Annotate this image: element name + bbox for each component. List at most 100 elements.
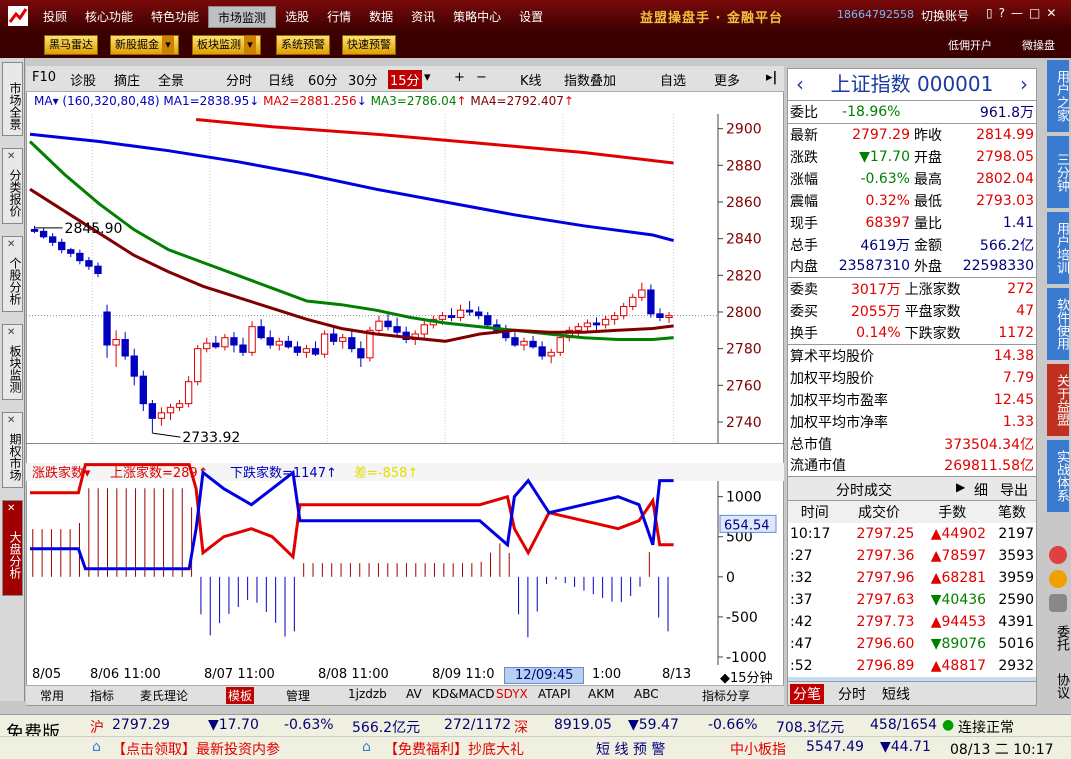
low-commission-link[interactable]: 低佣开户 (948, 37, 992, 53)
menu-item-core[interactable]: 核心功能 (76, 6, 142, 28)
tab-indicator[interactable]: 指标 (90, 687, 114, 704)
close-icon[interactable]: ✕ (7, 502, 15, 516)
menu-item-data[interactable]: 数据 (360, 6, 402, 28)
software-use-link[interactable]: 软件使用 (1047, 288, 1069, 360)
close-icon[interactable]: ✕ (7, 326, 15, 340)
user-home-link[interactable]: 用户之家 (1047, 60, 1069, 132)
table-row[interactable]: :42 2797.73 ▲94453 4391 (788, 611, 1036, 633)
help-icon[interactable]: ? (999, 6, 1005, 20)
entrust-link[interactable]: 委托 (1047, 618, 1069, 658)
close-icon[interactable]: ✕ (1046, 6, 1056, 20)
tab-common[interactable]: 常用 (40, 687, 64, 704)
close-icon[interactable]: ✕ (7, 414, 15, 428)
daily-button[interactable]: 日线 (268, 70, 294, 89)
table-row[interactable]: 10:17 2797.25 ▲44902 2197 (788, 523, 1036, 545)
f10-button[interactable]: F10 (32, 70, 56, 85)
practice-system-link[interactable]: 实战体系 (1047, 440, 1069, 512)
heima-radar-button[interactable]: 黑马雷达 (44, 35, 98, 55)
chevron-down-icon[interactable]: ▾ (244, 36, 256, 54)
chevron-down-icon[interactable]: ▾ (424, 70, 431, 85)
tab-sdyx[interactable]: SDYX (496, 687, 528, 701)
tab-akm[interactable]: AKM (588, 687, 614, 701)
micro-trade-link[interactable]: 微操盘 (1022, 37, 1055, 53)
next-icon[interactable]: › (1020, 69, 1028, 99)
minimize-icon[interactable]: — (1011, 6, 1023, 20)
60min-button[interactable]: 60分 (308, 70, 338, 89)
tab-category-quote[interactable]: ✕ 分类报价 (2, 148, 23, 224)
15min-button[interactable]: 15分 (388, 70, 422, 89)
menu-item-strategy[interactable]: 策略中心 (444, 6, 510, 28)
tab-market-analysis[interactable]: ✕ 大盘分析 (2, 500, 23, 596)
30min-button[interactable]: 30分 (348, 70, 378, 89)
table-row[interactable]: :52 2796.89 ▲48817 2932 (788, 655, 1036, 677)
home-icon[interactable]: ⌂ (362, 739, 371, 755)
tab-market-overview[interactable]: 市场全景 (2, 62, 23, 136)
watchlist-button[interactable]: 自选 (660, 70, 686, 89)
tab-kdmacd[interactable]: KD&MACD (432, 687, 494, 701)
user-training-link[interactable]: 用户培训 (1047, 212, 1069, 284)
tab-ticks[interactable]: 分笔 (790, 684, 824, 704)
zoom-in-button[interactable]: + (454, 70, 465, 85)
three-minutes-link[interactable]: 三分钟 (1047, 136, 1069, 208)
index-overlay-button[interactable]: 指数叠加 (564, 70, 616, 89)
menu-item-news[interactable]: 资讯 (402, 6, 444, 28)
play-icon[interactable]: ▶ (956, 480, 965, 494)
prev-icon[interactable]: ‹ (796, 69, 804, 99)
more-button[interactable]: 更多 (714, 70, 740, 89)
menu-item-stock-pick[interactable]: 选股 (276, 6, 318, 28)
timeshare-button[interactable]: 分时 (226, 70, 252, 89)
sector-monitor-button[interactable]: 板块监测 ▾ (192, 35, 261, 55)
menu-item-market-monitor[interactable]: 市场监测 (208, 6, 277, 28)
service-icon[interactable] (1049, 570, 1067, 588)
candlestick-chart[interactable]: 2740 2760 2780 2800 2820 2840 2860 2880 2900 2845… (26, 114, 784, 444)
tab-sector-monitor[interactable]: ✕ 板块监测 (2, 324, 23, 400)
tab-1jzdzb[interactable]: 1jzdzb (348, 687, 387, 701)
menu-item-tougu[interactable]: 投顾 (34, 6, 76, 28)
tab-abc[interactable]: ABC (634, 687, 659, 701)
home-icon[interactable]: ⌂ (92, 739, 101, 755)
kline-button[interactable]: K线 (520, 70, 542, 89)
tab-indicator-share[interactable]: 指标分享 (702, 687, 750, 704)
table-row[interactable]: :37 2797.63 ▼40436 2590 (788, 589, 1036, 611)
table-row[interactable]: :32 2797.96 ▲68281 3959 (788, 567, 1036, 589)
chevron-down-icon[interactable]: ▾ (162, 36, 174, 54)
tab-mai-theory[interactable]: 麦氏理论 (140, 687, 188, 704)
export-button[interactable]: 导出 (1000, 480, 1028, 500)
maximize-icon[interactable]: □ (1029, 6, 1040, 20)
trades-table[interactable]: 时间 成交价 手数 笔数 10:17 2797.25 ▲44902 2197:27 2797.3… (788, 501, 1036, 699)
tab-options[interactable]: ✕ 期权市场 (2, 412, 23, 488)
qq-icon[interactable] (1049, 546, 1067, 564)
table-row[interactable]: :47 2796.60 ▼89076 5016 (788, 633, 1036, 655)
zoom-out-button[interactable]: − (476, 70, 487, 85)
short-alert-label[interactable]: 短 线 预 警 (596, 739, 665, 759)
tab-av[interactable]: AV (406, 687, 422, 701)
switch-account-link[interactable]: 切换账号 (921, 7, 969, 24)
breadth-indicator-chart[interactable]: 涨跌家数▾ 上涨家数=289↑ 下跌家数=1147↑ 差=-858↑-1000-500… (26, 463, 784, 665)
about-link[interactable]: 关于益盟 (1047, 364, 1069, 436)
news-link-1[interactable]: 【点击领取】最新投资内参 (112, 739, 280, 759)
agreement-link[interactable]: 协议 (1047, 666, 1069, 706)
ma-label[interactable]: MA (34, 94, 53, 108)
close-icon[interactable]: ✕ (7, 150, 15, 164)
menu-item-feature[interactable]: 特色功能 (142, 6, 208, 28)
period-selector[interactable]: ◆15分钟 (720, 667, 773, 686)
news-link-2[interactable]: 【免费福利】抄底大礼 (384, 739, 524, 759)
table-row[interactable]: :27 2797.36 ▲78597 3593 (788, 545, 1036, 567)
tab-shortline[interactable]: 短线 (882, 684, 910, 704)
ipo-button[interactable]: 新股掘金 ▾ (110, 35, 179, 55)
close-icon[interactable]: ✕ (7, 238, 15, 252)
menu-item-settings[interactable]: 设置 (510, 6, 552, 28)
quick-alert-button[interactable]: 快速预警 (342, 35, 396, 55)
diagnose-button[interactable]: 诊股 (70, 70, 96, 89)
tab-timeshare[interactable]: 分时 (838, 684, 866, 704)
tab-stock-analysis[interactable]: ✕ 个股分析 (2, 236, 23, 312)
expand-icon[interactable]: ▸| (766, 70, 777, 85)
detail-button[interactable]: 细 (974, 480, 988, 500)
tab-atapi[interactable]: ATAPI (538, 687, 571, 701)
system-alert-button[interactable]: 系统预警 (276, 35, 330, 55)
tab-manage[interactable]: 管理 (286, 687, 310, 704)
chevron-down-icon[interactable]: ▾ (53, 94, 59, 108)
restore-icon[interactable]: ▯ (986, 6, 993, 20)
tab-template[interactable]: 模板 (226, 687, 255, 704)
menu-item-quote[interactable]: 行情 (318, 6, 360, 28)
